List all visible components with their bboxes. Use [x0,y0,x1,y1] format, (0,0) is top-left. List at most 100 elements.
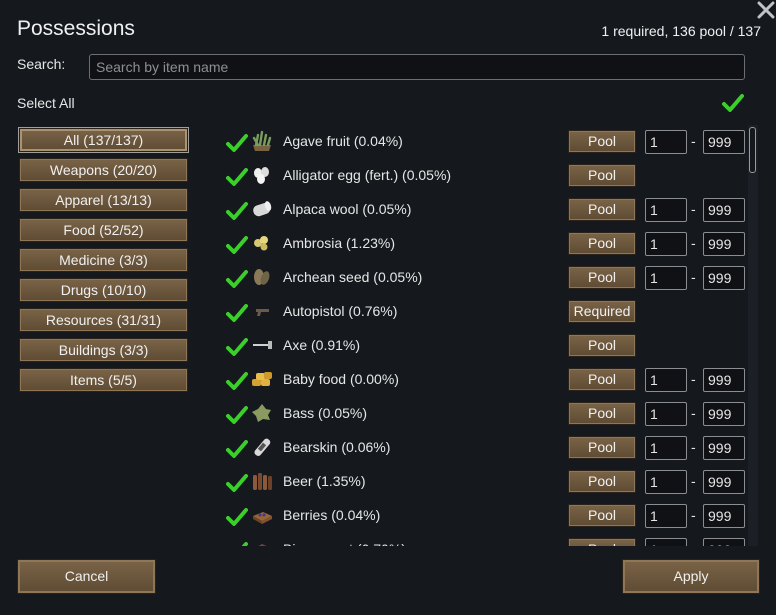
item-mode-button[interactable]: Pool [568,538,636,546]
item-min-field[interactable] [645,538,687,546]
item-label: Berries (0.04%) [283,507,381,523]
item-mode-button[interactable]: Pool [568,368,636,391]
item-label: Baby food (0.00%) [283,371,399,387]
item-min-field[interactable] [645,232,687,256]
checkmark-icon[interactable] [225,370,249,392]
range-dash: - [691,235,696,251]
axe-icon [253,341,272,349]
checkmark-icon[interactable] [225,166,249,188]
checkmark-icon[interactable] [225,336,249,358]
item-max-field[interactable] [703,538,745,546]
search-label: Search: [17,56,66,72]
item-list: Agave fruit (0.04%) Pool - Alligator egg (f… [222,125,760,546]
item-row: Beer (1.35%) Pool - [222,465,745,499]
item-max-field[interactable] [703,198,745,222]
item-row: Autopistol (0.76%) Required [222,295,745,329]
range-dash: - [691,439,696,455]
scrollbar-thumb[interactable] [749,127,756,173]
range-dash: - [691,269,696,285]
bearskin-icon [254,438,271,457]
item-row: Agave fruit (0.04%) Pool - [222,125,745,159]
agave-icon [252,130,272,151]
checkmark-icon[interactable] [225,404,249,426]
item-min-field[interactable] [645,266,687,290]
checkmark-icon[interactable] [225,302,249,324]
item-max-field[interactable] [703,436,745,460]
checkmark-icon[interactable] [225,540,249,546]
item-min-field[interactable] [645,198,687,222]
item-row: Bass (0.05%) Pool - [222,397,745,431]
item-label: Agave fruit (0.04%) [283,133,403,149]
item-mode-button[interactable]: Pool [568,436,636,459]
item-min-field[interactable] [645,368,687,392]
checkmark-icon[interactable] [225,506,249,528]
item-mode-button[interactable]: Pool [568,334,636,357]
bass-icon [252,404,271,422]
checkmark-icon[interactable] [225,234,249,256]
item-row: Alligator egg (fert.) (0.05%) Pool [222,159,745,193]
item-max-field[interactable] [703,470,745,494]
item-row: Berries (0.04%) Pool - [222,499,745,533]
item-mode-button[interactable]: Pool [568,198,636,221]
item-label: Axe (0.91%) [283,337,361,353]
wool-icon [253,201,272,217]
checkmark-icon[interactable] [225,132,249,154]
category-button[interactable]: Buildings (3/3) [19,338,188,362]
item-min-field[interactable] [645,130,687,154]
item-label: Alpaca wool (0.05%) [283,201,412,217]
item-row: Archean seed (0.05%) Pool - [222,261,745,295]
checkmark-icon[interactable] [225,200,249,222]
item-list-scrollbar[interactable] [748,125,758,546]
item-min-field[interactable] [645,504,687,528]
seed-icon [254,269,270,285]
item-label: Ambrosia (1.23%) [283,235,396,251]
berries-icon [253,512,272,524]
item-min-field[interactable] [645,402,687,426]
checkmark-icon[interactable] [225,472,249,494]
item-label: Bison meat (0.70%) [283,541,406,546]
item-row: Bearskin (0.06%) Pool - [222,431,745,465]
select-all-checkmark-icon[interactable] [721,92,745,114]
select-all-label: Select All [17,95,75,111]
item-label: Alligator egg (fert.) (0.05%) [283,167,452,183]
item-max-field[interactable] [703,504,745,528]
item-max-field[interactable] [703,266,745,290]
search-input[interactable] [89,54,745,80]
item-row: Baby food (0.00%) Pool - [222,363,745,397]
category-button[interactable]: All (137/137) [18,127,189,153]
item-max-field[interactable] [703,368,745,392]
range-dash: - [691,371,696,387]
item-mode-button[interactable]: Pool [568,504,636,527]
dialog-title: Possessions [17,17,135,40]
item-mode-button[interactable]: Pool [568,470,636,493]
apply-button[interactable]: Apply [622,559,760,594]
item-mode-button[interactable]: Pool [568,266,636,289]
checkmark-icon[interactable] [225,268,249,290]
item-mode-button[interactable]: Pool [568,232,636,255]
cancel-button[interactable]: Cancel [17,559,156,594]
item-max-field[interactable] [703,232,745,256]
checkmark-icon[interactable] [225,438,249,460]
possessions-summary: 1 required, 136 pool / 137 [601,23,761,39]
item-label: Bass (0.05%) [283,405,368,421]
item-min-field[interactable] [645,436,687,460]
category-button[interactable]: Apparel (13/13) [19,188,188,212]
pistol-icon [256,309,269,316]
category-button[interactable]: Medicine (3/3) [19,248,188,272]
item-mode-button[interactable]: Pool [568,130,636,153]
item-max-field[interactable] [703,130,745,154]
item-mode-button[interactable]: Required [568,300,636,323]
item-label: Autopistol (0.76%) [283,303,398,319]
close-icon[interactable] [754,0,776,22]
category-button[interactable]: Food (52/52) [19,218,188,242]
beer-icon [253,473,272,490]
item-max-field[interactable] [703,402,745,426]
range-dash: - [691,201,696,217]
category-button[interactable]: Weapons (20/20) [19,158,188,182]
category-button[interactable]: Items (5/5) [19,368,188,392]
item-mode-button[interactable]: Pool [568,164,636,187]
category-button[interactable]: Drugs (10/10) [19,278,188,302]
category-button[interactable]: Resources (31/31) [19,308,188,332]
item-min-field[interactable] [645,470,687,494]
item-mode-button[interactable]: Pool [568,402,636,425]
